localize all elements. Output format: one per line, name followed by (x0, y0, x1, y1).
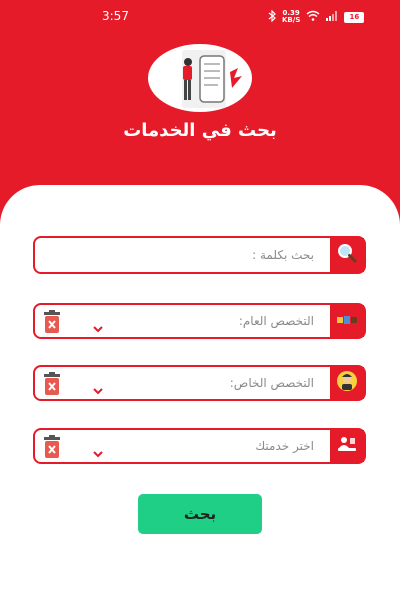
worker-icon-box (330, 367, 364, 399)
service-select[interactable]: اختر خدمتك (33, 428, 366, 464)
special-specialty-select[interactable]: التخصص الخاص: (33, 365, 366, 401)
status-time: 3:57 (102, 9, 129, 23)
trash-icon[interactable] (41, 372, 63, 396)
worker-icon (336, 370, 358, 396)
chevron-down-icon[interactable] (93, 380, 103, 399)
network-speed: 0.39 KB/S (282, 10, 300, 24)
trash-icon[interactable] (41, 435, 63, 459)
status-bar: 3:57 0.39 KB/S 16 (0, 0, 400, 34)
search-icon-box[interactable] (330, 238, 364, 272)
app-logo (148, 44, 252, 112)
trash-icon[interactable] (41, 310, 63, 334)
battery-icon: 16 (344, 11, 365, 23)
search-icon (336, 242, 358, 268)
page-title: بحث في الخدمات (123, 120, 277, 141)
chevron-down-icon[interactable] (93, 443, 103, 462)
signal-icon (326, 10, 338, 24)
general-specialty-select[interactable]: التخصص العام: (33, 303, 366, 339)
network-speed-unit: KB/S (282, 16, 301, 24)
bluetooth-icon (268, 9, 276, 25)
keyword-placeholder: بحث بكلمة : (252, 248, 314, 262)
service-icon-box (330, 430, 364, 462)
search-button[interactable]: بحث (138, 494, 262, 534)
service-label: اختر خدمتك (255, 439, 314, 453)
wifi-icon (306, 10, 320, 24)
service-icon (336, 434, 358, 458)
chevron-down-icon[interactable] (93, 318, 103, 337)
tools-icon (336, 312, 358, 331)
general-specialty-label: التخصص العام: (238, 314, 314, 328)
special-specialty-label: التخصص الخاص: (229, 376, 314, 390)
keyword-search-field[interactable]: بحث بكلمة : (33, 236, 366, 274)
status-icons: 0.39 KB/S 16 (268, 8, 365, 26)
tools-icon-box (330, 305, 364, 337)
